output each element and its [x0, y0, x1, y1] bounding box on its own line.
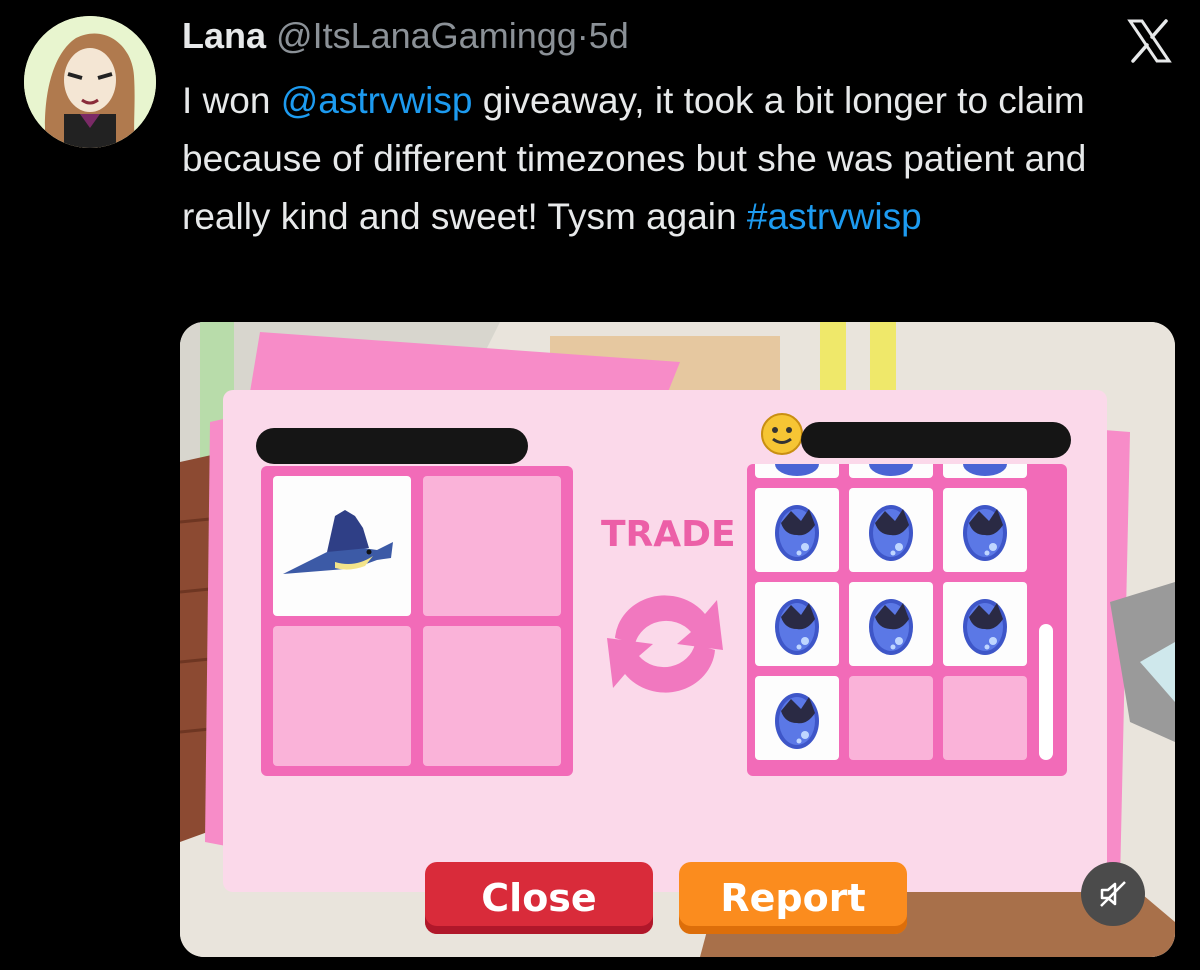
mention-link[interactable]: @astrvwisp	[281, 80, 473, 121]
muted-speaker-icon	[1100, 881, 1126, 907]
offer-slot[interactable]	[755, 676, 839, 760]
offer-slot[interactable]	[849, 582, 933, 666]
offer-slot[interactable]	[849, 488, 933, 572]
offer-slot[interactable]	[943, 676, 1027, 760]
x-logo-icon[interactable]	[1124, 16, 1174, 66]
right-offer-grid[interactable]	[747, 464, 1067, 776]
ocean-egg-icon	[963, 464, 1007, 476]
offer-slot[interactable]	[755, 582, 839, 666]
trade-window: TRADE Close Report	[223, 390, 1107, 934]
trade-label: TRADE	[601, 514, 736, 555]
offer-slot[interactable]	[273, 476, 411, 616]
ocean-egg-icon	[869, 464, 913, 476]
author-name[interactable]: Lana	[182, 15, 266, 56]
ocean-egg-icon	[775, 505, 819, 561]
report-button[interactable]: Report	[679, 862, 907, 934]
ocean-egg-icon	[775, 693, 819, 749]
tweet-header: Lana @ItsLanaGamingg·5d	[182, 14, 629, 58]
ocean-egg-icon	[869, 599, 913, 655]
ocean-egg-icon	[869, 505, 913, 561]
ocean-egg-icon	[963, 505, 1007, 561]
offer-slot-partial[interactable]	[849, 464, 933, 478]
offer-slot[interactable]	[943, 582, 1027, 666]
separator-dot: ·	[576, 15, 589, 56]
tweet-text: I won @astrvwisp giveaway, it took a bit…	[182, 72, 1172, 246]
avatar-illustration	[24, 16, 156, 148]
close-button[interactable]: Close	[425, 862, 653, 934]
offer-slot[interactable]	[273, 626, 411, 766]
smiley-face-icon	[761, 413, 803, 455]
offer-slot[interactable]	[849, 676, 933, 760]
author-handle[interactable]: @ItsLanaGamingg	[276, 15, 577, 56]
tweet-text-part1: I won	[182, 80, 281, 121]
trade-arrows-icon	[607, 595, 723, 693]
author-avatar[interactable]	[24, 16, 156, 148]
sailfish-icon	[283, 510, 393, 574]
ocean-egg-icon	[775, 599, 819, 655]
offer-slot[interactable]	[755, 488, 839, 572]
left-player-name-redacted	[256, 428, 528, 464]
ocean-egg-icon	[963, 599, 1007, 655]
mute-toggle-button[interactable]	[1081, 862, 1145, 926]
hashtag-link[interactable]: #astrvwisp	[747, 196, 922, 237]
offer-slot[interactable]	[423, 476, 561, 616]
right-player-name-redacted	[801, 422, 1071, 458]
offer-slot[interactable]	[943, 488, 1027, 572]
tweet-media-image[interactable]: TRADE Close Report	[180, 322, 1175, 957]
ocean-egg-icon	[775, 464, 819, 476]
offer-slot[interactable]	[423, 626, 561, 766]
offer-scrollbar[interactable]	[1039, 624, 1053, 760]
tweet-timestamp[interactable]: 5d	[589, 15, 629, 56]
offer-slot-partial[interactable]	[943, 464, 1027, 478]
offer-slot-partial[interactable]	[755, 464, 839, 478]
left-offer-grid	[261, 466, 573, 776]
